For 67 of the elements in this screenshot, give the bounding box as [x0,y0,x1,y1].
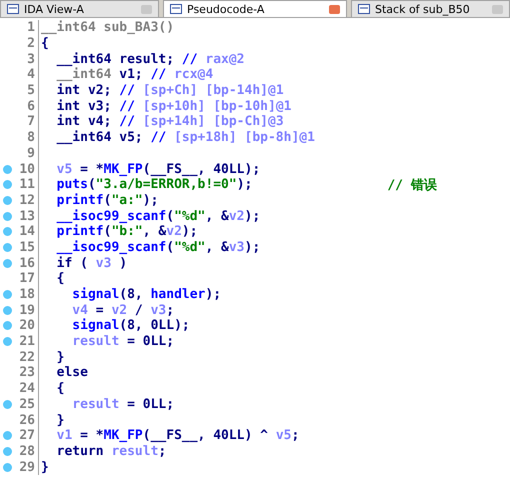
code-line: signal(8, 0LL); [71,318,190,334]
code-line: __int64 sub_BA3() [40,20,174,36]
tab[interactable]: IDA View-A [0,0,159,17]
line-number: 14 [19,224,35,240]
line-number: 9 [27,146,35,161]
code-comment: // 错误 [387,176,437,194]
code-line: } [56,350,64,365]
code-line: signal(8, handler); [71,287,222,302]
code-line: __int64 v5; // [sp+18h] [bp-8h]@1 [56,130,315,146]
code-line: result = 0LL; [71,396,174,412]
code-line: __isoc99_scanf("%d", &v2); [56,208,260,224]
code-line: int v4; // [sp+14h] [bp-Ch]@3 [56,114,284,130]
line-number: 6 [27,98,35,114]
line-number: 13 [19,208,35,224]
close-icon[interactable] [141,4,152,14]
line-number: 27 [19,428,35,444]
line-number: 16 [19,256,35,271]
line-number: 7 [27,114,35,130]
line-number: 17 [19,271,35,286]
code-line: int v2; // [sp+Ch] [bp-14h]@1 [56,83,284,98]
code-line: else [56,365,88,380]
line-number: 22 [19,350,35,365]
line-number: 24 [19,381,35,396]
line-number: 5 [27,83,35,98]
code-line: result = 0LL; [71,334,174,350]
line-number: 3 [27,52,35,67]
code-line: { [56,381,64,396]
line-number: 4 [27,67,35,82]
code-line: __isoc99_scanf("%d", &v3); [56,240,260,255]
tab[interactable]: Stack of sub_B50 [351,0,510,17]
code-line: return result; [56,444,166,459]
code-line: { [40,36,49,52]
line-number: 12 [19,192,35,208]
line-number: 20 [19,318,35,334]
document-icon [358,4,370,14]
line-number: 18 [19,287,35,302]
line-number: 19 [19,302,35,318]
code-line: __int64 v1; // rcx@4 [56,67,214,82]
code-line: v5 = *MK_FP(__FS__, 40LL); [56,162,260,177]
line-number: 21 [19,334,35,350]
line-number: 10 [19,162,35,177]
code-line: if ( v3 ) [56,256,128,271]
code-line: int v3; // [sp+10h] [bp-10h]@1 [56,98,292,114]
document-icon [170,4,182,14]
line-number: 1 [27,20,35,36]
line-number: 8 [27,130,35,146]
tab[interactable]: Pseudocode-A [163,0,347,17]
code-line: printf("b:", &v2); [56,224,198,240]
code-line: v4 = v2 / v3; [71,302,174,318]
line-number: 15 [19,240,35,255]
code-line: printf("a:"); [56,192,158,208]
line-number: 11 [19,177,35,192]
line-number: 25 [19,396,35,412]
code-line: } [56,412,64,428]
code-line: } [40,460,49,475]
code-line: { [56,271,64,286]
document-icon [7,4,19,14]
line-number: 28 [19,444,35,459]
code-line: puts("3.a/b=ERROR,b!=0"); [56,177,252,192]
line-number: 2 [27,36,35,52]
code-line: __int64 result; // rax@2 [56,52,245,67]
line-number: 26 [19,412,35,428]
code-line: v1 = *MK_FP(__FS__, 40LL) ^ v5; [56,428,300,444]
line-number: 29 [19,460,35,475]
line-number: 23 [19,365,35,380]
close-icon[interactable] [329,4,340,14]
close-icon[interactable] [492,4,503,14]
